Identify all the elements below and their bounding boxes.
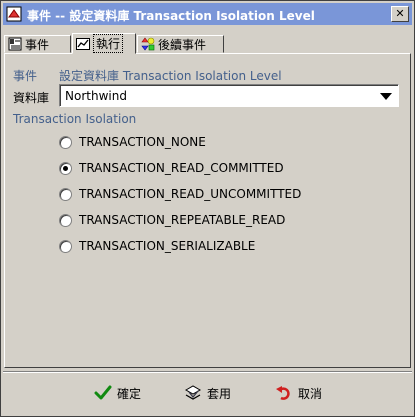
- ok-button-label: 確定: [117, 386, 142, 401]
- database-selected-value: Northwind: [65, 89, 127, 103]
- apply-icon: [184, 385, 202, 400]
- radio-option-none[interactable]: TRANSACTION_NONE: [59, 135, 206, 149]
- tab-followup-label: 後續事件: [158, 37, 207, 52]
- event-value: 設定資料庫 Transaction Isolation Level: [59, 69, 282, 83]
- footer-divider: [3, 371, 412, 373]
- radio-label: TRANSACTION_REPEATABLE_READ: [79, 213, 286, 227]
- checkmark-icon: [94, 385, 112, 400]
- tab-event[interactable]: 事件: [4, 35, 71, 53]
- app-icon: [6, 6, 22, 22]
- close-button[interactable]: ✕: [391, 6, 409, 22]
- radio-button-selected[interactable]: [59, 161, 72, 175]
- event-label: 事件: [13, 69, 38, 83]
- cancel-button-label: 取消: [298, 386, 323, 401]
- radio-label: TRANSACTION_SERIALIZABLE: [79, 239, 256, 253]
- radio-label: TRANSACTION_NONE: [79, 135, 206, 149]
- title-bar[interactable]: 事件 -- 設定資料庫 Transaction Isolation Level …: [3, 3, 412, 25]
- radio-label: TRANSACTION_READ_UNCOMMITTED: [79, 187, 302, 201]
- ok-button[interactable]: 確定: [94, 381, 141, 405]
- apply-button[interactable]: 套用: [184, 381, 231, 405]
- isolation-group-label: Transaction Isolation: [13, 112, 137, 126]
- tab-followup-events[interactable]: 後續事件: [137, 35, 224, 53]
- window-title: 事件 -- 設定資料庫 Transaction Isolation Level: [27, 9, 315, 23]
- radio-button[interactable]: [59, 213, 72, 227]
- undo-arrow-icon: [276, 386, 290, 400]
- tab-event-label: 事件: [25, 37, 50, 52]
- radio-button[interactable]: [59, 239, 72, 253]
- cancel-button[interactable]: 取消: [275, 381, 322, 405]
- database-select[interactable]: Northwind: [59, 84, 399, 107]
- chevron-down-icon[interactable]: [380, 93, 392, 100]
- apply-button-label: 套用: [207, 386, 232, 401]
- event-doc-icon: [8, 37, 22, 51]
- tab-strip: 事件 執行 後續事件: [4, 33, 412, 54]
- chart-icon: [76, 37, 90, 50]
- radio-button[interactable]: [59, 135, 72, 149]
- radio-label: TRANSACTION_READ_COMMITTED: [79, 161, 284, 175]
- radio-option-read-uncommitted[interactable]: TRANSACTION_READ_UNCOMMITTED: [59, 187, 301, 201]
- radio-button[interactable]: [59, 187, 72, 201]
- radio-option-serializable[interactable]: TRANSACTION_SERIALIZABLE: [59, 239, 255, 253]
- radio-option-read-committed[interactable]: TRANSACTION_READ_COMMITTED: [59, 161, 284, 175]
- tab-execute[interactable]: 執行: [72, 33, 136, 54]
- database-label: 資料庫: [13, 91, 50, 105]
- tab-execute-label: 執行: [93, 34, 124, 53]
- radio-option-repeatable-read[interactable]: TRANSACTION_REPEATABLE_READ: [59, 213, 285, 227]
- dialog-window: 事件 -- 設定資料庫 Transaction Isolation Level …: [0, 0, 415, 417]
- shapes-icon: [141, 37, 155, 51]
